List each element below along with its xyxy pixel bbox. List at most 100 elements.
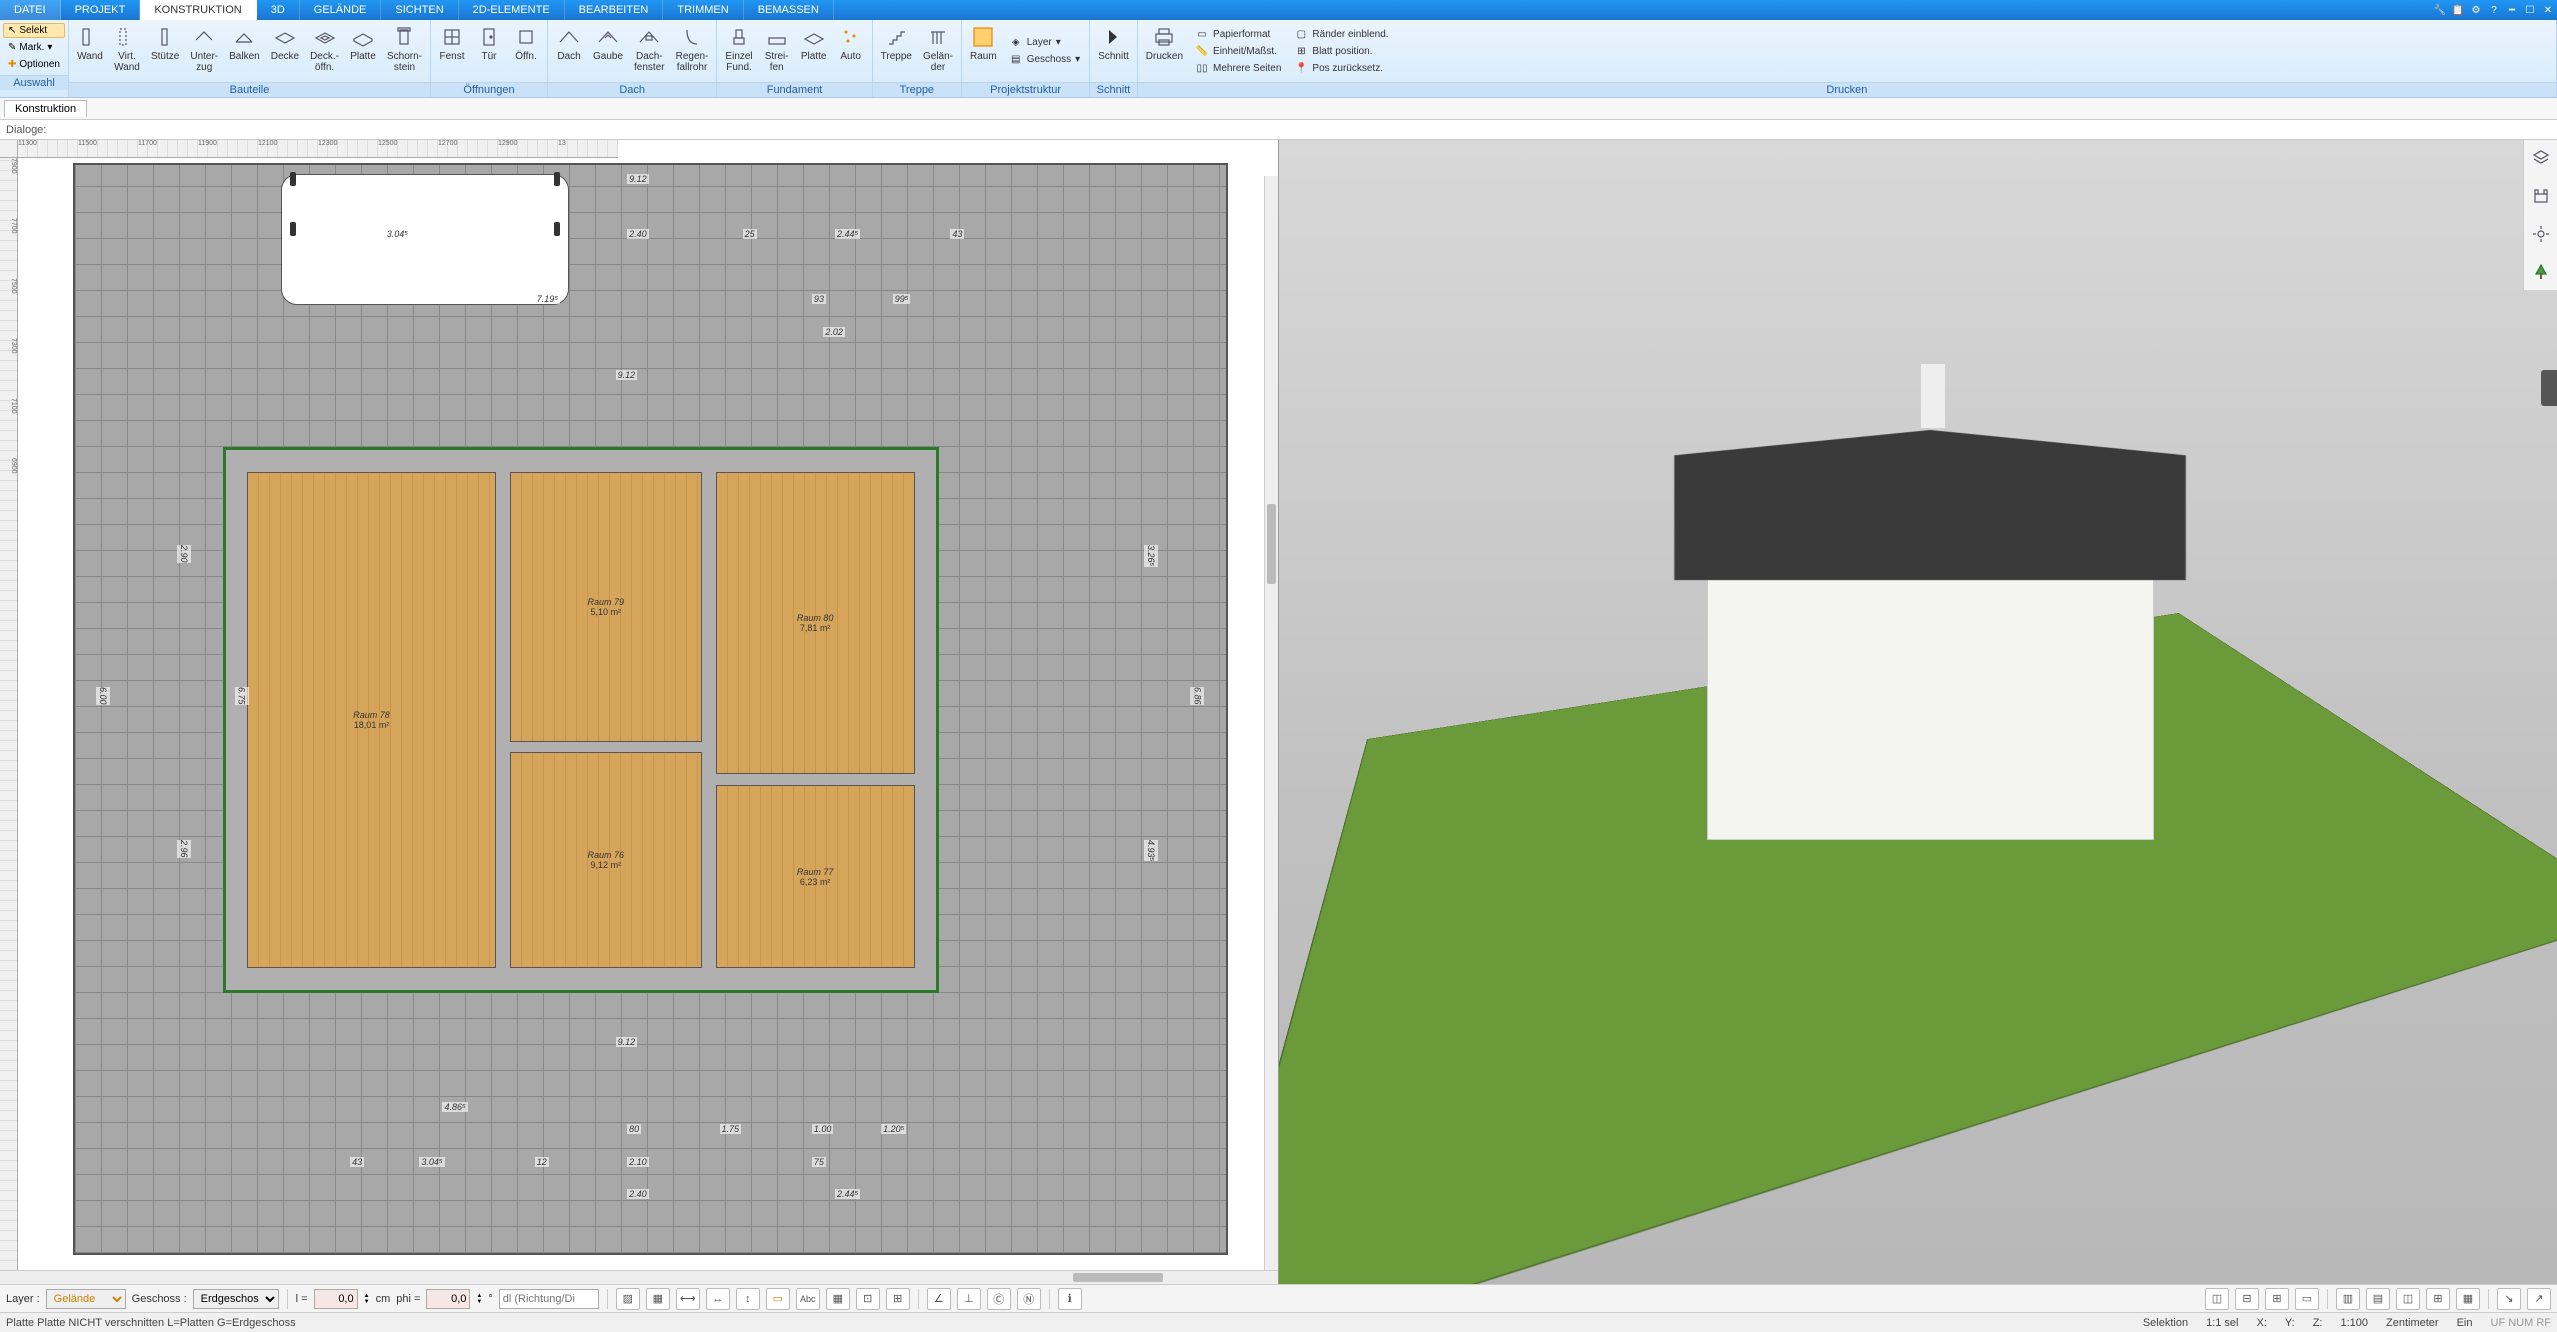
pos-reset-button[interactable]: 📍Pos zurücksetz.: [1292, 60, 1390, 76]
streifen-button[interactable]: Strei- fen: [759, 22, 795, 80]
tool-highlight-icon[interactable]: ▭: [766, 1288, 790, 1310]
phi-spinner[interactable]: ▲▼: [476, 1293, 482, 1305]
menu-bemassen[interactable]: BEMASSEN: [744, 0, 834, 20]
decke-button[interactable]: Decke: [266, 22, 304, 80]
side-drawer-handle[interactable]: [2541, 370, 2557, 406]
schnitt-button[interactable]: Schnitt: [1093, 22, 1134, 80]
stuetze-button[interactable]: Stütze: [146, 22, 184, 80]
tool-fill-icon[interactable]: ▦: [646, 1288, 670, 1310]
menu-konstruktion[interactable]: KONSTRUKTION: [140, 0, 256, 20]
canvas-2d[interactable]: Raum 7818,01 m² Raum 795,10 m² Raum 769,…: [18, 158, 1278, 1270]
dach-button[interactable]: Dach: [551, 22, 587, 80]
menu-3d[interactable]: 3D: [257, 0, 300, 20]
view-split2-icon[interactable]: ⊟: [2235, 1288, 2259, 1310]
view-split-icon[interactable]: ◫: [2205, 1288, 2229, 1310]
view-rows-icon[interactable]: ▤: [2366, 1288, 2390, 1310]
scrollbar-2d-horizontal[interactable]: [0, 1270, 1278, 1284]
window-maximize-icon[interactable]: ☐: [2521, 0, 2539, 20]
menu-trimmen[interactable]: TRIMMEN: [663, 0, 743, 20]
navigate-icon[interactable]: [2529, 222, 2553, 246]
layer-select[interactable]: Gelände: [46, 1289, 126, 1309]
house-3d[interactable]: [1688, 392, 2174, 850]
raender-button[interactable]: ▢Ränder einblend.: [1292, 26, 1390, 42]
view-cols-icon[interactable]: ▥: [2336, 1288, 2360, 1310]
tool-snap-icon[interactable]: ⊡: [856, 1288, 880, 1310]
raum-button[interactable]: Raum: [965, 22, 1002, 80]
tool-icon-settings[interactable]: ⚙: [2467, 0, 2485, 20]
selekt-button[interactable]: ↖Selekt: [3, 23, 65, 38]
view-3d-pane[interactable]: [1279, 140, 2557, 1284]
tool-circle-c-icon[interactable]: Ⓒ: [987, 1288, 1011, 1310]
furniture-icon[interactable]: [2529, 184, 2553, 208]
tool-abc-icon[interactable]: Abc: [796, 1288, 820, 1310]
tool-circle-n-icon[interactable]: Ⓝ: [1017, 1288, 1041, 1310]
phi-input[interactable]: [426, 1289, 470, 1309]
einheit-button[interactable]: 📏Einheit/Maßst.: [1193, 43, 1283, 59]
auto-button[interactable]: Auto: [833, 22, 869, 80]
window-close-icon[interactable]: ✕: [2539, 0, 2557, 20]
tool-info-icon[interactable]: ℹ: [1058, 1288, 1082, 1310]
plan-car[interactable]: [281, 174, 570, 305]
blatt-position-button[interactable]: ⊞Blatt position.: [1292, 43, 1390, 59]
menu-projekt[interactable]: PROJEKT: [61, 0, 141, 20]
menu-gelaende[interactable]: GELÄNDE: [300, 0, 382, 20]
schornstein-button[interactable]: Schorn- stein: [382, 22, 427, 80]
treppe-button[interactable]: Treppe: [876, 22, 917, 80]
tool-dim2-icon[interactable]: ↔: [706, 1288, 730, 1310]
context-tab-konstruktion[interactable]: Konstruktion: [4, 100, 87, 117]
layer-dropdown[interactable]: ◈Layer ▾: [1007, 35, 1083, 51]
platte-button[interactable]: Platte: [345, 22, 381, 80]
deckoeffn-button[interactable]: Deck.- öffn.: [305, 22, 344, 80]
tool-dimv-icon[interactable]: ↕: [736, 1288, 760, 1310]
view-mix3-icon[interactable]: ▦: [2456, 1288, 2480, 1310]
fenst-button[interactable]: Fenst: [434, 22, 470, 80]
balken-button[interactable]: Balken: [224, 22, 265, 80]
ruler-vertical[interactable]: 790077007500730071006900: [0, 158, 18, 1270]
tree-icon[interactable]: [2529, 260, 2553, 284]
fund-platte-button[interactable]: Platte: [796, 22, 832, 80]
tool-snap2-icon[interactable]: ⊞: [886, 1288, 910, 1310]
ruler-horizontal[interactable]: 1130011500117001190012100123001250012700…: [18, 140, 618, 158]
einzelfund-button[interactable]: Einzel Fund.: [720, 22, 757, 80]
plan-room-77[interactable]: Raum 776,23 m²: [716, 785, 915, 969]
papierformat-button[interactable]: ▭Papierformat: [1193, 26, 1283, 42]
plan-room-80[interactable]: Raum 807,81 m²: [716, 472, 915, 774]
view-expand-icon[interactable]: ↗: [2527, 1288, 2551, 1310]
view-mix2-icon[interactable]: ⊞: [2426, 1288, 2450, 1310]
plan-house-outline[interactable]: Raum 7818,01 m² Raum 795,10 m² Raum 769,…: [223, 447, 939, 993]
view-grid-icon[interactable]: ⊞: [2265, 1288, 2289, 1310]
tuer-button[interactable]: Tür: [471, 22, 507, 80]
tool-icon-help[interactable]: ?: [2485, 0, 2503, 20]
dl-input[interactable]: [499, 1289, 599, 1309]
drucken-button[interactable]: Drucken: [1141, 22, 1188, 80]
dachfenster-button[interactable]: Dach- fenster: [629, 22, 670, 80]
mark-button[interactable]: ✎Mark. ▾: [3, 40, 65, 55]
tool-icon-wrench[interactable]: 🔧: [2431, 0, 2449, 20]
gaube-button[interactable]: Gaube: [588, 22, 628, 80]
view-mix1-icon[interactable]: ◫: [2396, 1288, 2420, 1310]
tool-hatch-icon[interactable]: ▨: [616, 1288, 640, 1310]
menu-datei[interactable]: DATEI: [0, 0, 61, 20]
unterzug-button[interactable]: Unter- zug: [185, 22, 223, 80]
tool-dim-icon[interactable]: ⟷: [676, 1288, 700, 1310]
window-minimize-icon[interactable]: ━: [2503, 0, 2521, 20]
oeffn-button[interactable]: Öffn.: [508, 22, 544, 80]
tool-angle-icon[interactable]: ∠: [927, 1288, 951, 1310]
tool-ortho-icon[interactable]: ⊥: [957, 1288, 981, 1310]
tool-grid-icon[interactable]: ▦: [826, 1288, 850, 1310]
wand-button[interactable]: Wand: [72, 22, 108, 80]
virt-wand-button[interactable]: Virt. Wand: [109, 22, 145, 80]
view-single-icon[interactable]: ▭: [2295, 1288, 2319, 1310]
mehrere-seiten-button[interactable]: ▯▯Mehrere Seiten: [1193, 60, 1283, 76]
regenfallrohr-button[interactable]: Regen- fallrohr: [671, 22, 714, 80]
menu-2d-elemente[interactable]: 2D-ELEMENTE: [459, 0, 565, 20]
menu-sichten[interactable]: SICHTEN: [381, 0, 458, 20]
gelaender-button[interactable]: Gelän- der: [918, 22, 958, 80]
layers-icon[interactable]: [2529, 146, 2553, 170]
geschoss-select[interactable]: Erdgeschos: [193, 1289, 279, 1309]
l-spinner[interactable]: ▲▼: [364, 1293, 370, 1305]
scrollbar-2d-vertical[interactable]: [1264, 176, 1278, 1270]
plan-room-79[interactable]: Raum 795,10 m²: [510, 472, 702, 742]
view-collapse-icon[interactable]: ↘: [2497, 1288, 2521, 1310]
menu-bearbeiten[interactable]: BEARBEITEN: [565, 0, 664, 20]
